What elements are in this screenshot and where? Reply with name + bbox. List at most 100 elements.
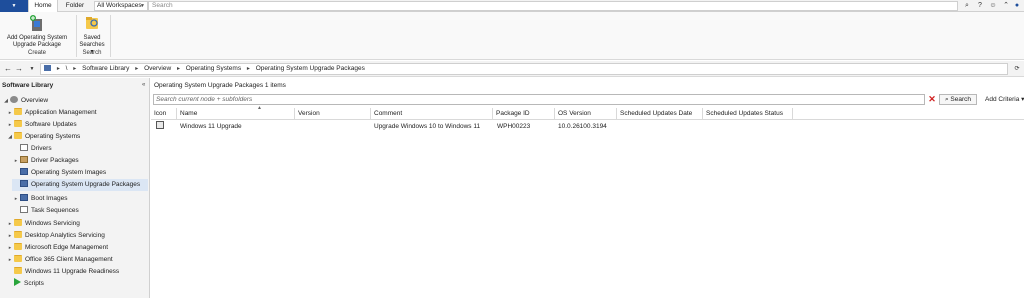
tree-item-office-365[interactable]: ▸ Office 365 Client Management [6, 254, 148, 266]
cell-comment: Upgrade Windows 10 to Windows 11 [374, 123, 481, 130]
add-upgrade-package-button[interactable]: Add Operating System Upgrade Package [2, 14, 72, 49]
chevron-down-icon: ▼ [140, 3, 145, 9]
search-icon[interactable]: ⌕ [962, 1, 972, 11]
column-header-label: Name [180, 110, 198, 117]
tree-item-win11-upgrade-readiness[interactable]: Windows 11 Upgrade Readiness [6, 266, 148, 278]
tree-item-windows-servicing[interactable]: ▸ Windows Servicing [6, 218, 148, 230]
breadcrumb-upgrade-packages[interactable]: Operating System Upgrade Packages [256, 65, 365, 72]
tree-item-os-images[interactable]: Operating System Images [12, 167, 148, 179]
ribbon-separator [76, 15, 77, 57]
ribbon-separator [110, 15, 111, 57]
add-criteria-button[interactable]: Add Criteria ▾ [985, 94, 1024, 105]
tab-home[interactable]: Home [28, 0, 58, 12]
tree-item-label: Microsoft Edge Management [25, 244, 109, 251]
collapsed-icon: ▸ [8, 245, 12, 251]
column-header-os-version[interactable]: OS Version [555, 108, 617, 120]
app-menu-button[interactable]: ▼ [0, 0, 28, 12]
back-arrow-icon[interactable]: ← [3, 64, 13, 74]
tree-item-label: Boot Images [31, 195, 68, 202]
refresh-icon[interactable]: ⟳ [1012, 64, 1022, 74]
face-icon[interactable]: ☺ [988, 1, 998, 11]
collapse-pane-icon[interactable]: « [142, 82, 145, 88]
breadcrumb-software-library[interactable]: Software Library [82, 65, 129, 72]
collapsed-icon: ▸ [8, 122, 12, 128]
collapsed-icon: ▸ [8, 110, 12, 116]
search-button-label: Search [950, 96, 972, 103]
folder-icon [14, 231, 22, 238]
navigation-pane: Software Library « ◢ Overview ▸ Applicatio… [0, 78, 150, 298]
clear-search-icon[interactable]: ✕ [927, 94, 937, 105]
console-icon [44, 65, 51, 71]
os-image-icon [20, 168, 28, 175]
history-dropdown-icon[interactable]: ▼ [27, 64, 37, 74]
breadcrumb-root[interactable]: \ [66, 65, 68, 72]
global-search-input[interactable]: Search [148, 1, 958, 11]
saved-searches-label-1: Saved [83, 35, 101, 41]
search-icon: ⌕ [944, 96, 949, 103]
workspace-select[interactable]: All Workspaces ▼ [94, 1, 148, 11]
chevron-right-icon: ▸ [73, 66, 77, 72]
tree-item-boot-images[interactable]: ▸ Boot Images [12, 193, 148, 205]
drivers-icon [20, 144, 28, 151]
collapsed-icon: ▸ [8, 233, 12, 239]
tree-item-application-management[interactable]: ▸ Application Management [6, 107, 148, 119]
results-title: Operating System Upgrade Packages 1 item… [154, 82, 286, 89]
tree-item-drivers[interactable]: Drivers [12, 143, 148, 155]
collapsed-icon: ▸ [14, 158, 18, 164]
ribbon: Add Operating System Upgrade Package Cre… [0, 12, 1024, 60]
tree-item-software-updates[interactable]: ▸ Software Updates [6, 119, 148, 131]
tree-item-driver-packages[interactable]: ▸ Driver Packages [12, 155, 148, 167]
tree-item-task-sequences[interactable]: Task Sequences [12, 205, 148, 217]
folder-icon [14, 120, 22, 127]
tree-item-label: Operating Systems [25, 133, 81, 140]
navigation-pane-title: Software Library [2, 82, 54, 89]
scripts-icon [14, 278, 21, 286]
help-circle-icon[interactable]: ● [1012, 1, 1022, 11]
column-header-version[interactable]: Version [295, 108, 371, 120]
tree-item-operating-systems[interactable]: ◢ Operating Systems [6, 131, 148, 143]
tree-item-label: Driver Packages [31, 157, 79, 164]
collapsed-icon: ▸ [8, 221, 12, 227]
task-sequence-icon [20, 206, 28, 213]
tree-item-desktop-analytics-servicing[interactable]: ▸ Desktop Analytics Servicing [6, 230, 148, 242]
group-label-create: Create [27, 50, 46, 56]
search-button[interactable]: ⌕ Search [939, 94, 977, 105]
navigation-bar: ← → ▼ ▸ \ ▸ Software Library ▸ Overview … [0, 61, 1024, 77]
folder-icon [14, 243, 22, 250]
grid-header: Icon ▲ Name Version Comment Package ID O… [151, 105, 1024, 120]
tree-item-label: Office 365 Client Management [25, 256, 113, 263]
package-icon [20, 156, 28, 163]
column-header-icon[interactable]: Icon [151, 108, 177, 120]
column-header-scheduled-date[interactable]: Scheduled Updates Date [617, 108, 703, 120]
saved-searches-icon [86, 17, 98, 29]
collapsed-icon: ▸ [14, 196, 18, 202]
tree-item-overview[interactable]: ◢ Overview [2, 95, 148, 107]
column-header-package-id[interactable]: Package ID [493, 108, 555, 120]
tree-item-label: Overview [21, 97, 49, 104]
tree-item-label: Application Management [25, 109, 97, 116]
tree-item-scripts[interactable]: Scripts [6, 278, 148, 290]
column-header-comment[interactable]: Comment [371, 108, 493, 120]
forward-arrow-icon[interactable]: → [14, 64, 24, 74]
tree-item-label: Drivers [31, 145, 52, 152]
cell-package-id: WPH00223 [497, 123, 531, 130]
breadcrumb-operating-systems[interactable]: Operating Systems [186, 65, 241, 72]
tree-item-label: Operating System Images [31, 169, 107, 176]
table-row[interactable]: Windows 11 Upgrade Upgrade Windows 10 to… [151, 121, 1024, 133]
column-header-name[interactable]: ▲ Name [177, 105, 295, 120]
minimize-ribbon-icon[interactable]: ⌃ [1001, 1, 1011, 11]
os-upgrade-package-icon [20, 180, 28, 187]
overview-icon [10, 96, 18, 103]
tree-item-label: Task Sequences [31, 207, 79, 214]
group-label-search: Search [82, 50, 102, 56]
sort-ascending-icon: ▲ [257, 105, 262, 111]
tree-item-edge-management[interactable]: ▸ Microsoft Edge Management [6, 242, 148, 254]
tab-folder[interactable]: Folder [58, 0, 92, 12]
boot-image-icon [20, 194, 28, 201]
help-icon[interactable]: ? [975, 1, 985, 11]
cell-scheduled-date [617, 121, 703, 133]
breadcrumb-overview[interactable]: Overview [144, 65, 171, 72]
column-header-scheduled-status[interactable]: Scheduled Updates Status [703, 108, 793, 120]
node-search-input[interactable]: Search current node + subfolders [153, 94, 925, 105]
tree-item-os-upgrade-packages[interactable]: Operating System Upgrade Packages [12, 179, 148, 191]
